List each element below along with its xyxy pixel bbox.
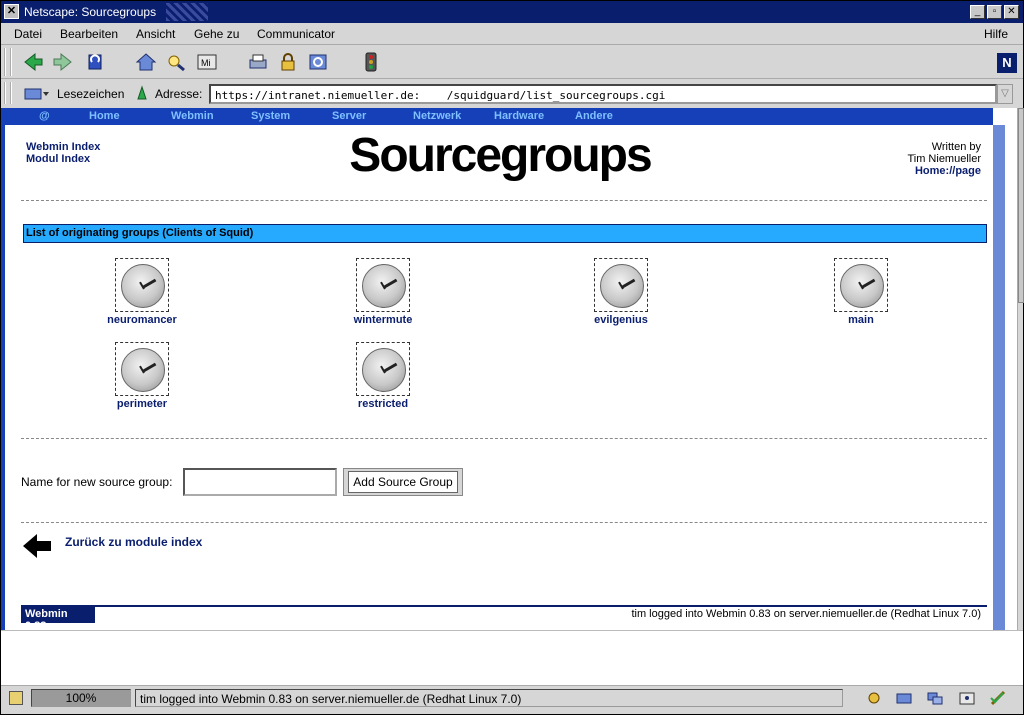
- page-content: @ Home Webmin System Server Netzwerk Har…: [1, 108, 1017, 630]
- scrollbar-thumb[interactable]: [1018, 108, 1024, 303]
- group-label[interactable]: evilgenius: [561, 314, 681, 326]
- clock-icon[interactable]: [356, 258, 410, 312]
- addressbook-icon[interactable]: [958, 690, 976, 706]
- composer-icon[interactable]: [989, 690, 1007, 706]
- netscape-icon[interactable]: Mi: [195, 51, 219, 73]
- component-icon[interactable]: [865, 690, 883, 706]
- lock-icon[interactable]: [9, 691, 23, 705]
- location-icon[interactable]: [135, 85, 149, 101]
- nav-netzwerk[interactable]: Netzwerk: [413, 110, 461, 122]
- footer-version: Webmin 0.83: [21, 607, 95, 630]
- nav-webmin[interactable]: Webmin: [171, 110, 214, 122]
- menu-bearbeiten[interactable]: Bearbeiten: [60, 27, 118, 41]
- search-icon[interactable]: [164, 51, 188, 73]
- stop-icon[interactable]: [359, 51, 383, 73]
- bookmark-icon[interactable]: [23, 85, 51, 103]
- group-item[interactable]: perimeter: [82, 342, 202, 410]
- back-arrow-icon[interactable]: [21, 533, 53, 559]
- discussion-icon[interactable]: [926, 690, 944, 706]
- group-label[interactable]: main: [801, 314, 921, 326]
- title-decoration: [166, 3, 208, 21]
- add-source-group-button[interactable]: Add Source Group: [343, 468, 463, 496]
- back-to-module-link[interactable]: Zurück zu module index: [65, 535, 202, 549]
- menu-datei[interactable]: Datei: [14, 27, 42, 41]
- group-item[interactable]: restricted: [323, 342, 443, 410]
- nav-system[interactable]: System: [251, 110, 290, 122]
- group-item[interactable]: neuromancer: [82, 258, 202, 326]
- menu-ansicht[interactable]: Ansicht: [136, 27, 175, 41]
- new-group-label: Name for new source group:: [21, 475, 173, 489]
- maximize-button[interactable]: ▫: [987, 5, 1002, 19]
- footer: Webmin 0.83 tim logged into Webmin 0.83 …: [21, 605, 987, 630]
- close-button[interactable]: ✕: [1004, 5, 1019, 19]
- divider: [21, 438, 987, 439]
- x-icon[interactable]: ✕: [4, 4, 19, 19]
- content-bottom-area: [1, 630, 1023, 685]
- homepage-link[interactable]: Home://page: [885, 165, 981, 177]
- minimize-button[interactable]: _: [970, 5, 985, 19]
- nav-home[interactable]: Home: [89, 110, 120, 122]
- menu-hilfe[interactable]: Hilfe: [984, 27, 1008, 41]
- clock-icon[interactable]: [356, 342, 410, 396]
- chevron-down-icon[interactable]: ▽: [997, 84, 1013, 104]
- forward-icon[interactable]: [51, 51, 75, 73]
- navigation-toolbar: Mi N: [1, 46, 1023, 79]
- shop-icon[interactable]: [306, 51, 330, 73]
- author-name: Tim Niemueller: [907, 153, 981, 165]
- clock-icon[interactable]: [594, 258, 648, 312]
- reload-icon[interactable]: [83, 51, 107, 73]
- progress-indicator: 100%: [31, 689, 131, 707]
- toolbar-grip[interactable]: [4, 48, 12, 76]
- vertical-scrollbar[interactable]: [1017, 108, 1024, 630]
- home-icon[interactable]: [134, 51, 158, 73]
- divider: [21, 522, 987, 523]
- footer-login-text: tim logged into Webmin 0.83 on server.ni…: [631, 608, 981, 620]
- clock-icon[interactable]: [115, 258, 169, 312]
- nav-hardware[interactable]: Hardware: [494, 110, 544, 122]
- url-input[interactable]: https://intranet.niemueller.de: /squidgu…: [209, 84, 997, 104]
- print-icon[interactable]: [246, 51, 270, 73]
- security-icon[interactable]: [276, 51, 300, 73]
- group-item[interactable]: evilgenius: [561, 258, 681, 326]
- add-source-group-label: Add Source Group: [348, 471, 458, 493]
- group-label[interactable]: perimeter: [82, 398, 202, 410]
- group-item[interactable]: main: [801, 258, 921, 326]
- status-text: tim logged into Webmin 0.83 on server.ni…: [135, 689, 843, 707]
- location-grip[interactable]: [4, 82, 12, 104]
- nav-andere[interactable]: Andere: [575, 110, 613, 122]
- webmin-nav: @ Home Webmin System Server Netzwerk Har…: [5, 108, 993, 125]
- divider: [21, 200, 987, 201]
- section-header: List of originating groups (Clients of S…: [23, 224, 987, 243]
- group-label[interactable]: wintermute: [323, 314, 443, 326]
- group-label[interactable]: restricted: [323, 398, 443, 410]
- netscape-logo: N: [997, 53, 1017, 73]
- title-bar[interactable]: ✕ Netscape: Sourcegroups _ ▫ ✕: [1, 1, 1023, 23]
- menu-gehe-zu[interactable]: Gehe zu: [194, 27, 239, 41]
- written-by: Written by: [931, 141, 981, 153]
- nav-server[interactable]: Server: [332, 110, 366, 122]
- window-title: Netscape: Sourcegroups: [24, 5, 157, 19]
- back-icon[interactable]: [21, 51, 45, 73]
- nav-at[interactable]: @: [39, 110, 50, 122]
- mailbox-icon[interactable]: [895, 690, 913, 706]
- page-title: Sourcegroups: [349, 129, 652, 182]
- clock-icon[interactable]: [834, 258, 888, 312]
- modul-index-link[interactable]: Modul Index: [26, 153, 90, 165]
- group-item[interactable]: wintermute: [323, 258, 443, 326]
- status-bar: 100% tim logged into Webmin 0.83 on serv…: [1, 685, 1023, 709]
- browser-window: ✕ Netscape: Sourcegroups _ ▫ ✕ Datei Bea…: [0, 0, 1024, 715]
- bookmarks-label[interactable]: Lesezeichen: [57, 87, 124, 101]
- page-border-stripe: [993, 125, 1005, 630]
- menu-bar: Datei Bearbeiten Ansicht Gehe zu Communi…: [1, 23, 1023, 45]
- group-label[interactable]: neuromancer: [82, 314, 202, 326]
- menu-communicator[interactable]: Communicator: [257, 27, 335, 41]
- new-group-input[interactable]: [183, 468, 337, 496]
- svg-text:Mi: Mi: [201, 58, 211, 68]
- address-label: Adresse:: [155, 87, 203, 101]
- webmin-index-link[interactable]: Webmin Index: [26, 141, 100, 153]
- clock-icon[interactable]: [115, 342, 169, 396]
